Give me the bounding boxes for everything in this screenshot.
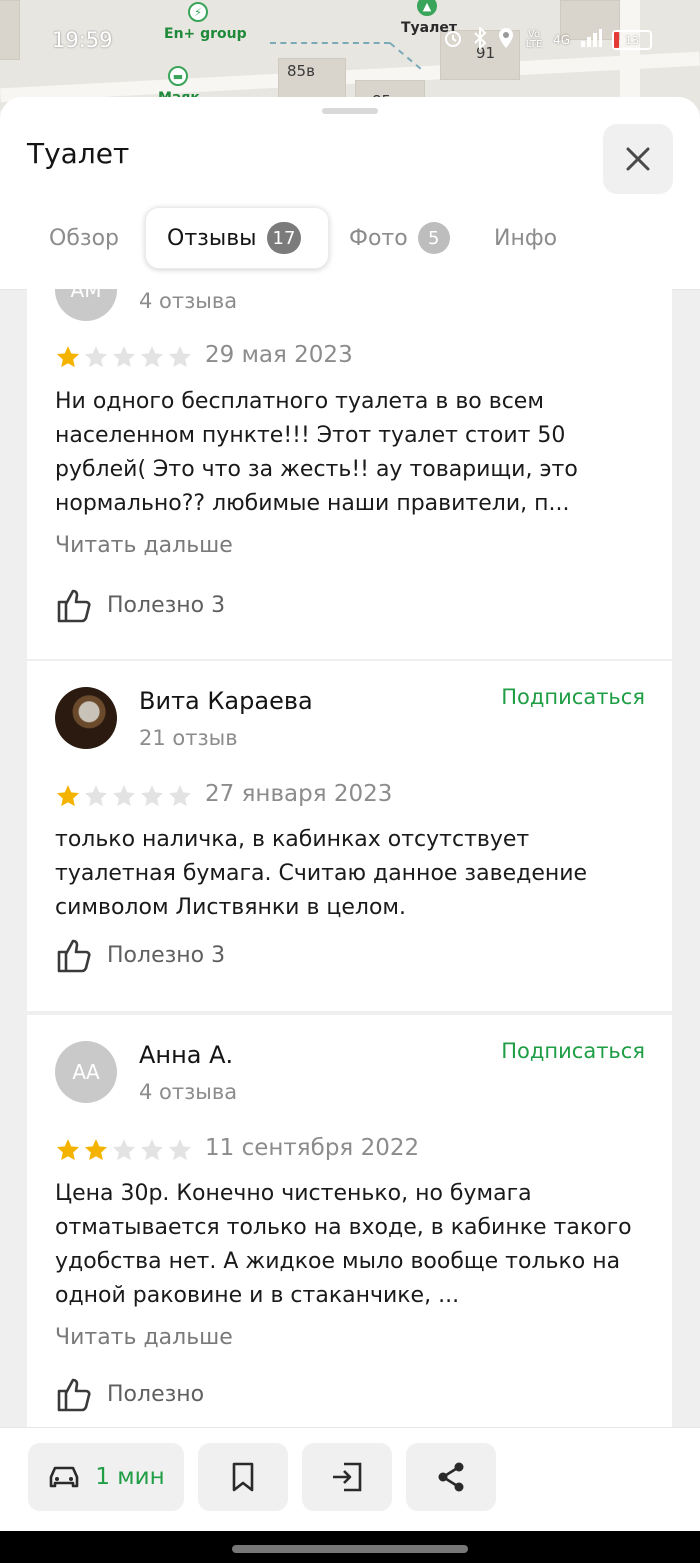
avatar[interactable]: АА: [55, 1041, 117, 1103]
network-label: 4G: [553, 33, 570, 47]
review-text: Цена 30р. Конечно чистенько, но бумага о…: [55, 1181, 632, 1308]
review-text: Ни одного бесплатного туалета в во всем …: [55, 389, 578, 516]
rating-stars: [55, 783, 193, 809]
star-filled-icon: [84, 1139, 108, 1161]
close-button[interactable]: [603, 124, 673, 194]
thumbs-up-icon: [57, 1378, 91, 1412]
tab-overview-label: Обзор: [49, 225, 120, 251]
tab-info-label: Инфо: [494, 225, 558, 251]
star-filled-icon: [56, 785, 80, 807]
tab-photos-badge: 5: [417, 222, 450, 254]
volte-icon: Vo LTE: [525, 29, 543, 50]
signal-icon: [580, 28, 602, 52]
tab-reviews-label: Отзывы: [167, 225, 257, 251]
star-empty-icon: [112, 785, 136, 807]
review-author-count: 21 отзыв: [139, 726, 238, 750]
reviews-list[interactable]: АМ 4 отзыва 29 мая 2023 Ни одного беспла…: [0, 289, 700, 1432]
useful-label: Полезно: [107, 1381, 205, 1407]
review-text: только наличка, в кабинках отсутствует т…: [55, 827, 588, 920]
status-bar: 19:59 Vo LTE 4G 13: [0, 18, 700, 62]
star-empty-icon: [84, 785, 108, 807]
tab-photos[interactable]: Фото 5: [349, 207, 450, 269]
review-date: 29 мая 2023: [205, 342, 353, 368]
read-more-link[interactable]: Читать дальше: [55, 1325, 233, 1350]
review-author-count: 4 отзыва: [139, 1080, 238, 1104]
entrance-button[interactable]: [302, 1443, 392, 1511]
avatar[interactable]: АМ: [55, 289, 117, 321]
tab-photos-label: Фото: [349, 225, 408, 251]
useful-button[interactable]: Полезно 3: [55, 586, 225, 624]
star-empty-icon: [140, 785, 164, 807]
tab-reviews-badge: 17: [266, 222, 302, 254]
route-button[interactable]: 1 мин: [28, 1443, 184, 1511]
drag-handle[interactable]: [322, 108, 378, 114]
star-empty-icon: [168, 785, 192, 807]
review-card: АА Анна А. 4 отзыва Подписаться 11 сентя…: [27, 1015, 672, 1432]
subscribe-button[interactable]: Подписаться: [501, 685, 645, 709]
place-sheet: Туалет Обзор Отзывы 17 Фото 5 Инфо АМ 4 …: [0, 97, 700, 1563]
route-time: 1 мин: [95, 1464, 165, 1490]
home-gesture-bar[interactable]: [232, 1545, 468, 1553]
review-author-count: 4 отзыва: [139, 289, 238, 313]
useful-label: Полезно 3: [107, 942, 226, 968]
star-empty-icon: [168, 1139, 192, 1161]
hotel-pin-icon[interactable]: ▬: [168, 66, 188, 86]
useful-button[interactable]: Полезно: [55, 1375, 204, 1413]
bookmark-icon: [232, 1462, 254, 1492]
share-button[interactable]: [406, 1443, 496, 1511]
bluetooth-icon: [473, 25, 487, 53]
tab-bar: Обзор Отзывы 17 Фото 5 Инфо: [0, 207, 700, 269]
star-filled-icon: [56, 346, 80, 368]
review-card: АМ 4 отзыва 29 мая 2023 Ни одного беспла…: [27, 289, 672, 659]
tab-info[interactable]: Инфо: [494, 207, 557, 269]
thumbs-up-icon: [57, 589, 91, 623]
status-time: 19:59: [52, 28, 113, 52]
review-author-name[interactable]: Анна А.: [139, 1041, 233, 1069]
subscribe-button[interactable]: Подписаться: [501, 1039, 645, 1063]
map-label-85v: 85в: [287, 62, 315, 80]
rating-stars: [55, 1137, 193, 1163]
tab-reviews[interactable]: Отзывы 17: [145, 207, 329, 269]
share-icon: [438, 1462, 464, 1492]
entrance-icon: [333, 1462, 362, 1492]
star-empty-icon: [140, 346, 164, 368]
star-empty-icon: [112, 346, 136, 368]
useful-button[interactable]: Полезно 3: [55, 936, 225, 974]
thumbs-up-icon: [57, 939, 91, 973]
toilet-pin-icon[interactable]: ▲: [417, 0, 437, 16]
review-card: Вита Караева 21 отзыв Подписаться 27 янв…: [27, 661, 672, 1011]
bookmark-button[interactable]: [198, 1443, 288, 1511]
system-nav-bar: [0, 1531, 700, 1563]
star-empty-icon: [168, 346, 192, 368]
review-date: 27 января 2023: [205, 781, 393, 807]
review-date: 11 сентября 2022: [205, 1135, 420, 1161]
star-empty-icon: [140, 1139, 164, 1161]
alarm-icon: [443, 28, 463, 52]
close-icon: [626, 147, 650, 171]
location-icon: [497, 27, 515, 53]
star-filled-icon: [56, 1139, 80, 1161]
bottom-action-bar: 1 мин: [0, 1427, 700, 1531]
rating-stars: [55, 344, 193, 370]
star-empty-icon: [112, 1139, 136, 1161]
star-empty-icon: [84, 346, 108, 368]
status-icons: Vo LTE 4G 13: [443, 25, 652, 53]
place-title: Туалет: [27, 137, 130, 170]
tab-overview[interactable]: Обзор: [49, 207, 119, 269]
battery-icon: 13: [612, 30, 652, 50]
review-author-name[interactable]: Вита Караева: [139, 687, 313, 715]
useful-label: Полезно 3: [107, 592, 226, 618]
avatar[interactable]: [55, 687, 117, 749]
read-more-link[interactable]: Читать дальше: [55, 533, 233, 558]
car-icon: [50, 1466, 79, 1488]
